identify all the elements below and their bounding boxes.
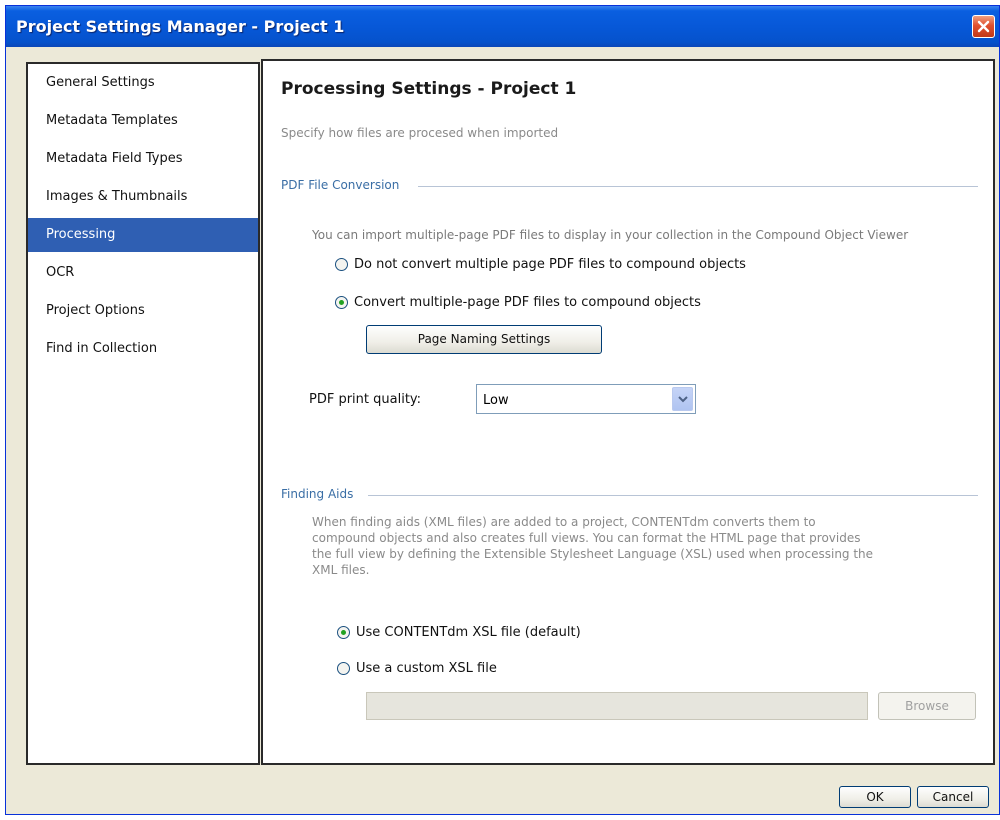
sidebar-item-metadata-templates[interactable]: Metadata Templates (28, 104, 258, 138)
pdf-print-quality-select[interactable]: Low (476, 384, 696, 414)
close-button[interactable] (972, 15, 995, 38)
close-x-icon (977, 20, 990, 33)
sidebar-item-ocr[interactable]: OCR (28, 256, 258, 290)
page-title: Processing Settings - Project 1 (281, 79, 577, 99)
custom-xsl-path-input[interactable] (366, 692, 868, 720)
pdf-print-quality-label: PDF print quality: (309, 392, 422, 407)
browse-button[interactable]: Browse (878, 692, 976, 720)
sidebar-item-metadata-field-types[interactable]: Metadata Field Types (28, 142, 258, 176)
radio-custom-xsl-label: Use a custom XSL file (356, 661, 497, 676)
radio-no-convert-label: Do not convert multiple page PDF files t… (354, 257, 746, 272)
radio-default-xsl-label: Use CONTENTdm XSL file (default) (356, 625, 581, 640)
window-title: Project Settings Manager - Project 1 (16, 17, 345, 36)
radio-default-xsl-indicator[interactable] (337, 626, 350, 639)
settings-dialog: Project Settings Manager - Project 1 Gen… (5, 5, 1000, 815)
page-naming-settings-button[interactable]: Page Naming Settings (366, 325, 602, 354)
sidebar-item-project-options[interactable]: Project Options (28, 294, 258, 328)
sidebar-item-processing[interactable]: Processing (28, 218, 258, 252)
finding-aids-description: When finding aids (XML files) are added … (312, 514, 972, 578)
finding-aids-description-line: XML files. (312, 563, 370, 577)
radio-custom-xsl-indicator[interactable] (337, 662, 350, 675)
cancel-button[interactable]: Cancel (917, 786, 989, 808)
sidebar-item-images-thumbnails[interactable]: Images & Thumbnails (28, 180, 258, 214)
finding-aids-description-line: compound objects and also creates full v… (312, 531, 861, 545)
finding-aids-section-label: Finding Aids (281, 487, 354, 501)
radio-no-convert-indicator[interactable] (335, 258, 348, 271)
radio-no-convert[interactable]: Do not convert multiple page PDF files t… (335, 257, 746, 272)
radio-convert-indicator[interactable] (335, 296, 348, 309)
sidebar-item-find-in-collection[interactable]: Find in Collection (28, 332, 258, 366)
settings-nav: General Settings Metadata Templates Meta… (26, 62, 260, 765)
finding-aids-section-divider (368, 495, 978, 496)
pdf-section-divider (418, 186, 978, 187)
finding-aids-description-line: When finding aids (XML files) are added … (312, 515, 816, 529)
pdf-print-quality-value: Low (483, 393, 509, 408)
ok-button[interactable]: OK (839, 786, 911, 808)
pdf-section-description: You can import multiple-page PDF files t… (312, 228, 909, 242)
radio-convert[interactable]: Convert multiple-page PDF files to compo… (335, 295, 701, 310)
pdf-section-label: PDF File Conversion (281, 178, 400, 192)
radio-convert-label: Convert multiple-page PDF files to compo… (354, 295, 701, 310)
page-subtitle: Specify how files are procesed when impo… (281, 126, 559, 140)
dropdown-button[interactable] (672, 387, 693, 411)
sidebar-item-general-settings[interactable]: General Settings (28, 66, 258, 100)
title-bar[interactable]: Project Settings Manager - Project 1 (6, 6, 999, 47)
radio-custom-xsl[interactable]: Use a custom XSL file (337, 661, 497, 676)
chevron-down-icon (678, 396, 688, 403)
settings-content-panel: Processing Settings - Project 1 Specify … (261, 59, 995, 765)
finding-aids-description-line: the full view by defining the Extensible… (312, 547, 874, 561)
radio-default-xsl[interactable]: Use CONTENTdm XSL file (default) (337, 625, 581, 640)
